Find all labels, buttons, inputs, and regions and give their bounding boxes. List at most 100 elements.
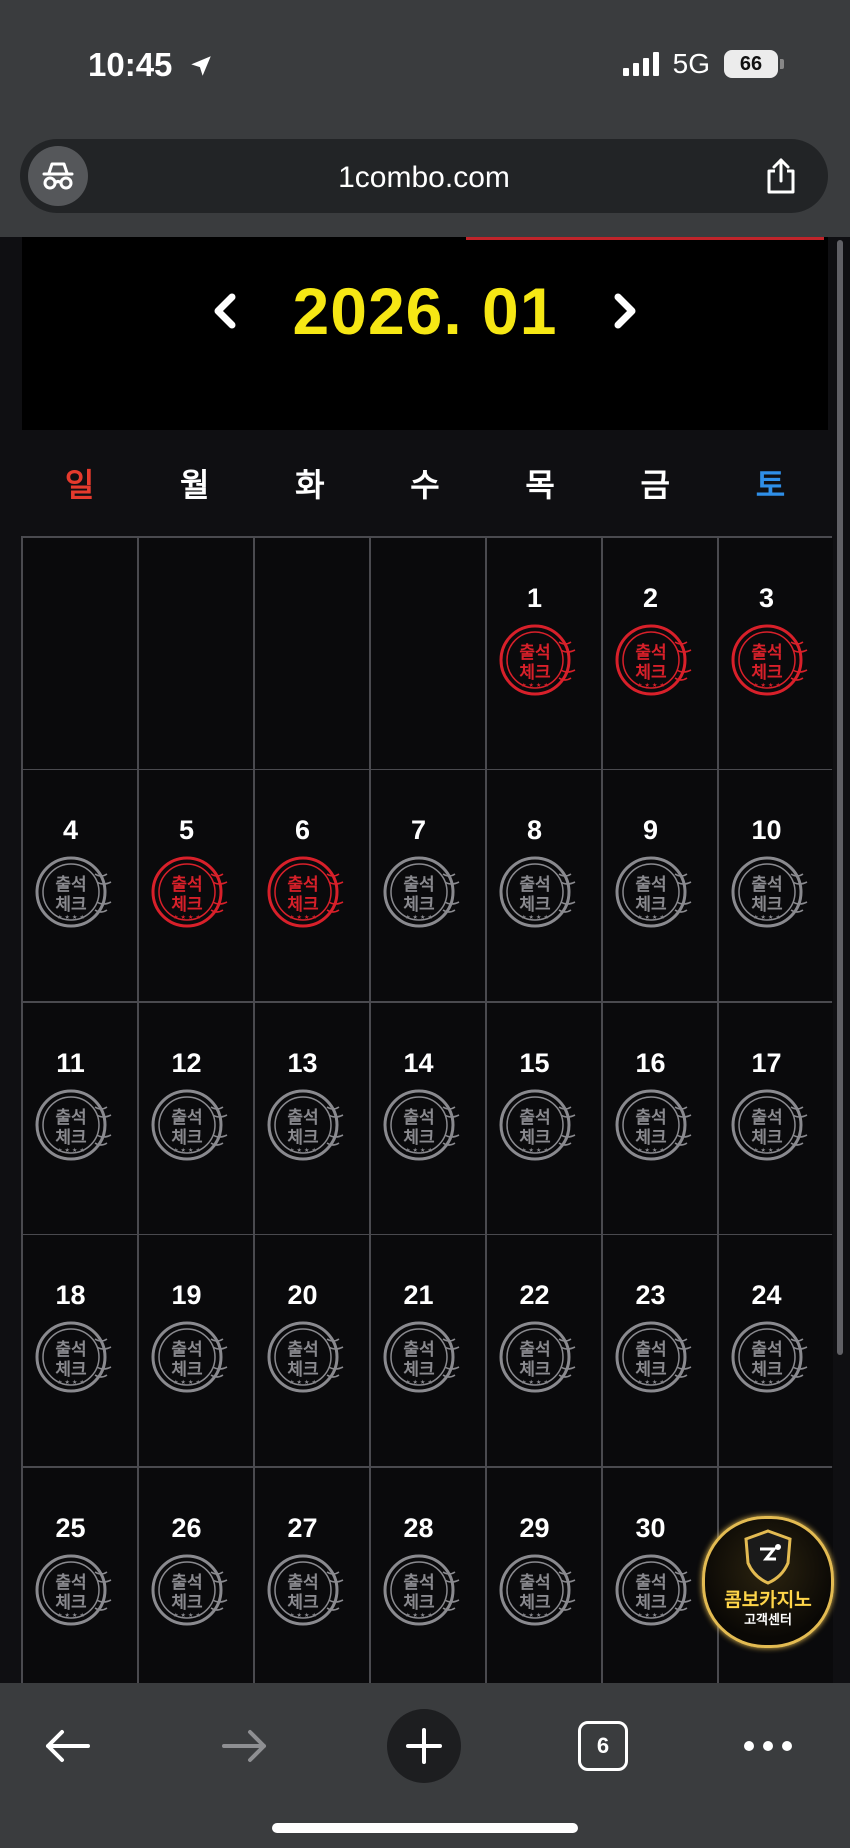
more-menu-button[interactable] bbox=[731, 1709, 805, 1783]
tabs-button[interactable]: 6 bbox=[566, 1709, 640, 1783]
calendar-day-cell[interactable]: 8 출석 체크 ★ ★ ★ ★ bbox=[486, 770, 601, 1001]
attendance-stamp-empty-icon: 출석체크★ ★ ★ ★ bbox=[35, 1554, 111, 1625]
day-number: 26 bbox=[171, 1512, 202, 1543]
calendar-day-cell[interactable]: 28 출석 체크 ★ ★ ★ ★ bbox=[370, 1467, 485, 1699]
calendar-day-cell[interactable]: 30 출석 체크 ★ ★ ★ ★ bbox=[602, 1467, 717, 1699]
calendar-day-cell[interactable]: 26 출석 체크 ★ ★ ★ ★ bbox=[138, 1467, 253, 1699]
stamp-line1: 출석 bbox=[751, 875, 782, 895]
next-month-button[interactable] bbox=[595, 281, 655, 341]
stamp-line2: 체크 bbox=[635, 1360, 667, 1380]
stamp-stars: ★ ★ ★ ★ bbox=[753, 682, 781, 689]
attendance-stamp-empty-icon: 출석체크★ ★ ★ ★ bbox=[151, 1321, 227, 1393]
stamp-line1: 출석 bbox=[519, 1340, 550, 1360]
calendar-day-cell[interactable]: 23 출석 체크 ★ ★ ★ ★ bbox=[602, 1235, 717, 1466]
calendar-day-cell[interactable]: 13 출석 체크 ★ ★ ★ ★ bbox=[254, 1002, 369, 1234]
chevron-left-icon bbox=[214, 293, 236, 329]
support-subtitle: 고객센터 bbox=[744, 1613, 792, 1628]
stamp-line2: 체크 bbox=[635, 1128, 667, 1148]
forward-button[interactable] bbox=[208, 1709, 282, 1783]
back-button[interactable] bbox=[30, 1709, 104, 1783]
month-navigation: 2026. 01 bbox=[22, 273, 828, 349]
stamp-line2: 체크 bbox=[635, 1593, 667, 1613]
stamp-line1: 출석 bbox=[55, 875, 86, 895]
attendance-stamp-empty-icon: 출석체크★ ★ ★ ★ bbox=[615, 1089, 691, 1160]
stamp-stars: ★ ★ ★ ★ bbox=[637, 1147, 665, 1154]
page-scrollbar[interactable] bbox=[837, 240, 843, 1355]
url-text[interactable]: 1combo.com bbox=[20, 161, 828, 195]
stamp-line1: 출석 bbox=[519, 875, 550, 895]
stamp-line1: 출석 bbox=[171, 1573, 202, 1593]
calendar-day-cell[interactable]: 6 출석 체크 ★ ★ ★ ★ bbox=[254, 770, 369, 1001]
calendar-day-cell[interactable]: 21 출석 체크 ★ ★ ★ ★ bbox=[370, 1235, 485, 1466]
calendar-day-cell[interactable]: 10 출석 체크 ★ ★ ★ ★ bbox=[718, 770, 833, 1001]
stamp-line2: 체크 bbox=[55, 1360, 87, 1380]
calendar-day-cell[interactable]: 3 출석 체크 ★ ★ ★ ★ bbox=[718, 537, 833, 769]
stamp-line1: 출석 bbox=[287, 1340, 318, 1360]
calendar-day-cell[interactable]: 9 출석 체크 ★ ★ ★ ★ bbox=[602, 770, 717, 1001]
stamp-stars: ★ ★ ★ ★ bbox=[521, 1379, 549, 1386]
chevron-right-icon bbox=[614, 293, 636, 329]
prev-month-button[interactable] bbox=[195, 281, 255, 341]
stamp-stars: ★ ★ ★ ★ bbox=[405, 1612, 433, 1619]
calendar-day-cell[interactable]: 12 출석 체크 ★ ★ ★ ★ bbox=[138, 1002, 253, 1234]
weekday-tuesday: 화 bbox=[295, 466, 325, 504]
new-tab-button[interactable] bbox=[387, 1709, 461, 1783]
calendar-day-cell[interactable]: 27 출석 체크 ★ ★ ★ ★ bbox=[254, 1467, 369, 1699]
address-bar[interactable]: 1combo.com bbox=[20, 139, 828, 213]
stamp-line2: 체크 bbox=[751, 1128, 783, 1148]
day-number: 6 bbox=[294, 815, 311, 845]
calendar-day-cell[interactable]: 1 출석 체크 ★ ★ ★ ★ bbox=[486, 537, 601, 769]
calendar-day-cell[interactable]: 18 출석 체크 ★ ★ ★ ★ bbox=[22, 1235, 137, 1466]
stamp-line1: 출석 bbox=[287, 1108, 318, 1128]
attendance-stamp-empty-icon: 출석체크★ ★ ★ ★ bbox=[383, 856, 459, 928]
calendar-day-cell[interactable]: 5 출석 체크 ★ ★ ★ ★ bbox=[138, 770, 253, 1001]
stamp-stars: ★ ★ ★ ★ bbox=[57, 1612, 85, 1619]
stamp-line1: 출석 bbox=[635, 1108, 666, 1128]
attendance-stamp-empty-icon: 출석체크★ ★ ★ ★ bbox=[383, 1554, 459, 1625]
weekday-saturday: 토 bbox=[755, 466, 786, 504]
day-number: 9 bbox=[642, 815, 659, 845]
calendar-day-cell[interactable]: 20 출석 체크 ★ ★ ★ ★ bbox=[254, 1235, 369, 1466]
attendance-stamp-empty-icon: 출석체크★ ★ ★ ★ bbox=[35, 1321, 111, 1393]
day-number: 1 bbox=[526, 582, 543, 613]
stamp-line2: 체크 bbox=[751, 663, 783, 683]
stamp-stars: ★ ★ ★ ★ bbox=[637, 1379, 665, 1386]
day-number: 8 bbox=[526, 815, 543, 845]
calendar-day-cell[interactable]: 25 출석 체크 ★ ★ ★ ★ bbox=[22, 1467, 137, 1699]
stamp-line1: 출석 bbox=[751, 643, 782, 663]
calendar-day-cell[interactable]: 29 출석 체크 ★ ★ ★ ★ bbox=[486, 1467, 601, 1699]
stamp-stars: ★ ★ ★ ★ bbox=[521, 1612, 549, 1619]
calendar-day-cell[interactable]: 2 출석 체크 ★ ★ ★ ★ bbox=[602, 537, 717, 769]
calendar-day-cell[interactable]: 11 출석 체크 ★ ★ ★ ★ bbox=[22, 1002, 137, 1234]
share-icon[interactable] bbox=[764, 157, 798, 195]
stamp-line1: 출석 bbox=[287, 875, 318, 895]
day-number: 4 bbox=[62, 815, 79, 845]
customer-service-button[interactable]: 콤보카지노 고객센터 bbox=[702, 1516, 834, 1648]
calendar-day-cell[interactable]: 24 출석 체크 ★ ★ ★ ★ bbox=[718, 1235, 833, 1466]
calendar-day-cell[interactable]: 16 출석 체크 ★ ★ ★ ★ bbox=[602, 1002, 717, 1234]
calendar-day-cell[interactable]: 4 출석 체크 ★ ★ ★ ★ bbox=[22, 770, 137, 1001]
clock-text: 10:45 bbox=[88, 46, 173, 83]
home-indicator[interactable] bbox=[272, 1823, 578, 1833]
calendar-day-cell[interactable]: 14 출석 체크 ★ ★ ★ ★ bbox=[370, 1002, 485, 1234]
weekday-thursday: 목 bbox=[525, 466, 555, 504]
stamp-line1: 출석 bbox=[751, 1108, 782, 1128]
stamp-line1: 출석 bbox=[635, 1573, 666, 1593]
calendar-day-cell[interactable]: 17 출석 체크 ★ ★ ★ ★ bbox=[718, 1002, 833, 1234]
attendance-stamp-empty-icon: 출석체크★ ★ ★ ★ bbox=[499, 1554, 575, 1625]
plus-icon bbox=[406, 1728, 442, 1764]
stamp-stars: ★ ★ ★ ★ bbox=[405, 1379, 433, 1386]
day-number: 29 bbox=[519, 1512, 550, 1543]
attendance-stamp-empty-icon: 출석체크★ ★ ★ ★ bbox=[499, 1089, 575, 1160]
attendance-stamp-empty-icon: 출석체크★ ★ ★ ★ bbox=[615, 856, 691, 928]
calendar-day-cell[interactable]: 7 출석 체크 ★ ★ ★ ★ bbox=[370, 770, 485, 1001]
calendar-day-cell[interactable]: 19 출석 체크 ★ ★ ★ ★ bbox=[138, 1235, 253, 1466]
stamp-line1: 출석 bbox=[635, 643, 666, 663]
calendar-day-cell[interactable]: 22 출석 체크 ★ ★ ★ ★ bbox=[486, 1235, 601, 1466]
stamp-line2: 체크 bbox=[751, 1360, 783, 1380]
stamp-line2: 체크 bbox=[519, 1593, 551, 1613]
attendance-stamp-empty-icon: 출석체크★ ★ ★ ★ bbox=[267, 1089, 343, 1160]
attendance-stamp-empty-icon: 출석체크★ ★ ★ ★ bbox=[35, 856, 111, 928]
attendance-stamp-empty-icon: 출석체크★ ★ ★ ★ bbox=[499, 1321, 575, 1393]
calendar-day-cell[interactable]: 15 출석 체크 ★ ★ ★ ★ bbox=[486, 1002, 601, 1234]
